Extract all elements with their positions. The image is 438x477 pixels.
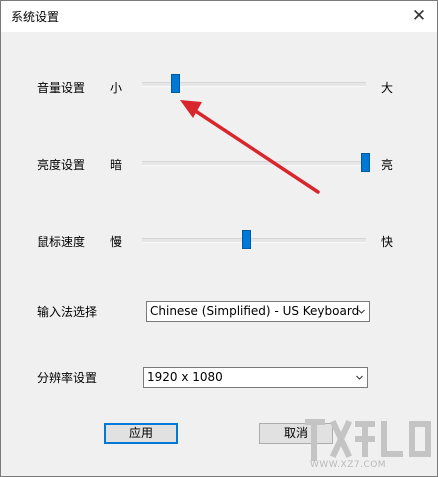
settings-dialog: 系统设置 ✕ 音量设置 小 大 亮度设置 暗 亮 鼠标速度 慢 快 输入法选择 … [0, 0, 438, 477]
mouse-speed-slider-track[interactable] [142, 230, 366, 249]
resolution-value: 1920 x 1080 [147, 370, 223, 384]
watermark-text: WWW.XZ7.COM [310, 460, 387, 470]
resolution-label: 分辨率设置 [37, 371, 98, 385]
input-method-label: 输入法选择 [37, 305, 98, 319]
brightness-slider-track[interactable] [142, 153, 370, 172]
mouse-speed-label: 鼠标速度 [37, 235, 86, 249]
title-bar: 系统设置 ✕ [1, 1, 437, 32]
volume-max-label: 大 [381, 81, 394, 95]
window-title: 系统设置 [11, 10, 60, 24]
volume-slider-thumb[interactable] [170, 74, 180, 93]
input-method-select[interactable]: Chinese (Simplified) - US Keyboard [146, 301, 370, 322]
close-icon[interactable]: ✕ [407, 5, 431, 27]
brightness-label: 亮度设置 [37, 158, 86, 172]
mouse-speed-max-label: 快 [381, 235, 394, 249]
resolution-select[interactable]: 1920 x 1080 [143, 367, 368, 388]
volume-label: 音量设置 [37, 81, 86, 95]
brightness-min-label: 暗 [110, 158, 123, 172]
volume-min-label: 小 [110, 81, 123, 95]
brightness-max-label: 亮 [381, 158, 394, 172]
chevron-down-icon [358, 309, 365, 314]
mouse-speed-min-label: 慢 [110, 235, 123, 249]
chevron-down-icon [356, 375, 363, 380]
mouse-speed-slider-thumb[interactable] [242, 230, 252, 249]
apply-button[interactable]: 应用 [104, 423, 178, 444]
volume-slider-track[interactable] [142, 74, 366, 93]
input-method-value: Chinese (Simplified) - US Keyboard [150, 304, 360, 318]
brightness-slider-thumb[interactable] [361, 153, 370, 172]
